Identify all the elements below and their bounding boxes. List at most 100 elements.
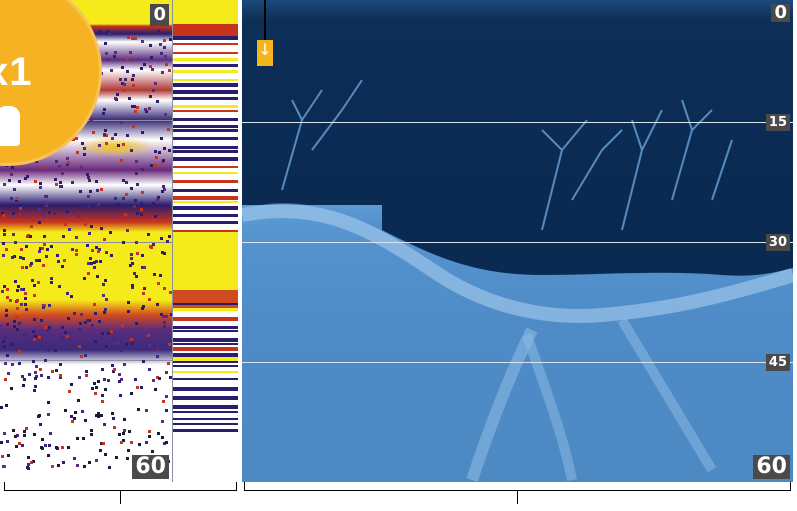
sonar-speck bbox=[3, 432, 7, 435]
sonar-speck bbox=[66, 156, 70, 160]
sonar-speck bbox=[76, 214, 80, 218]
sonar-speck bbox=[112, 416, 116, 420]
sonar-speck bbox=[1, 464, 5, 468]
depth-label-30: 30 bbox=[765, 234, 790, 251]
a-scope-line bbox=[173, 83, 238, 87]
sonar-speck bbox=[29, 235, 33, 239]
sonar-speck bbox=[3, 233, 7, 237]
a-scope-line bbox=[173, 423, 238, 425]
a-scope-line bbox=[173, 429, 238, 432]
zoom-level-label: x1 bbox=[0, 50, 33, 94]
sonar-speck bbox=[84, 222, 88, 226]
sonar-speck bbox=[101, 394, 105, 398]
sonar-speck bbox=[78, 321, 82, 325]
sonar-speck bbox=[110, 363, 114, 367]
sonar-speck bbox=[105, 297, 109, 301]
sonar-speck bbox=[103, 307, 107, 311]
sonar-speck bbox=[89, 118, 93, 122]
sonar-speck bbox=[46, 328, 50, 332]
sonar-speck bbox=[21, 213, 25, 217]
sonar-speck bbox=[153, 273, 157, 277]
sonar-speck bbox=[54, 368, 58, 372]
sonar-speck bbox=[156, 100, 160, 104]
a-scope-line bbox=[173, 396, 238, 400]
sonar-speck bbox=[43, 325, 47, 329]
sonar-speck bbox=[54, 183, 58, 187]
sonar-speck bbox=[11, 256, 15, 260]
sonar-speck bbox=[131, 36, 135, 40]
sonar-speck bbox=[44, 255, 48, 259]
sonar-speck bbox=[140, 66, 144, 70]
sonar-speck bbox=[127, 36, 131, 40]
sonar-speck bbox=[30, 262, 34, 266]
sonar-speck bbox=[32, 389, 36, 393]
sonar-speck bbox=[147, 367, 151, 371]
sonar-speck bbox=[22, 384, 26, 388]
sonar-speck bbox=[167, 148, 171, 152]
sonar-speck bbox=[107, 57, 111, 61]
sonar-speck bbox=[93, 261, 97, 265]
depth-gridline bbox=[0, 242, 172, 243]
sonar-speck bbox=[112, 425, 116, 429]
sonar-speck bbox=[35, 364, 39, 368]
sonar-speck bbox=[12, 429, 16, 433]
sonar-speck bbox=[104, 388, 108, 392]
sonar-speck bbox=[96, 188, 100, 192]
sonar-speck bbox=[60, 265, 64, 269]
sonar-speck bbox=[35, 259, 39, 263]
a-scope-line bbox=[173, 189, 238, 192]
zoom-bottom-depth-label: 60 bbox=[132, 455, 169, 479]
sonar-speck bbox=[62, 460, 66, 464]
sonar-speck bbox=[46, 349, 50, 353]
sonar-speck bbox=[75, 248, 79, 252]
sonar-speck bbox=[149, 43, 153, 47]
sonar-speck bbox=[58, 184, 62, 188]
a-scope-line bbox=[173, 36, 238, 40]
sonar-speck bbox=[78, 376, 82, 380]
sonar-speck bbox=[88, 178, 92, 182]
sonar-speck bbox=[31, 360, 35, 364]
sonar-speck bbox=[167, 361, 171, 365]
a-scope-line bbox=[173, 196, 238, 200]
sonar-speck bbox=[42, 234, 46, 238]
depth-gridline bbox=[242, 362, 793, 363]
sonar-speck bbox=[122, 418, 126, 422]
sonar-speck bbox=[93, 266, 97, 270]
sonar-speck bbox=[39, 186, 43, 190]
sonar-speck bbox=[126, 310, 130, 314]
a-scope-line bbox=[173, 338, 238, 342]
sonar-speck bbox=[129, 187, 133, 191]
a-scope-line bbox=[173, 201, 238, 203]
sonar-speck bbox=[132, 73, 136, 77]
sonar-speck bbox=[134, 321, 138, 325]
sonar-speck bbox=[144, 441, 148, 445]
sonar-speck bbox=[12, 319, 16, 323]
sonar-speck bbox=[26, 456, 30, 460]
sonar-speck bbox=[36, 280, 40, 284]
sonar-speck bbox=[161, 161, 165, 165]
sonar-speck bbox=[154, 156, 158, 160]
sonar-speck bbox=[159, 313, 163, 317]
sonar-speck bbox=[136, 385, 140, 389]
sonar-speck bbox=[107, 465, 111, 469]
sonar-speck bbox=[165, 63, 169, 67]
sonar-speck bbox=[23, 433, 27, 437]
sonar-speck bbox=[158, 376, 162, 380]
sonar-speck bbox=[66, 291, 70, 295]
sonar-speck bbox=[21, 443, 25, 447]
a-scope-line bbox=[173, 308, 238, 311]
sonar-speck bbox=[14, 240, 18, 244]
sonar-speck bbox=[117, 143, 121, 147]
sonar-speck bbox=[159, 52, 163, 56]
sonar-speck bbox=[113, 342, 117, 346]
sonar-speck bbox=[21, 265, 25, 269]
sonar-speck bbox=[140, 385, 144, 389]
sonar-speck bbox=[102, 112, 106, 116]
sonar-speck bbox=[64, 331, 68, 335]
sonar-speck bbox=[163, 320, 167, 324]
sonar-speck bbox=[80, 355, 84, 359]
callout-bracket-left-edge bbox=[4, 482, 5, 491]
a-scope-line bbox=[173, 343, 238, 345]
sonar-speck bbox=[130, 261, 134, 265]
sonar-speck bbox=[82, 276, 86, 280]
